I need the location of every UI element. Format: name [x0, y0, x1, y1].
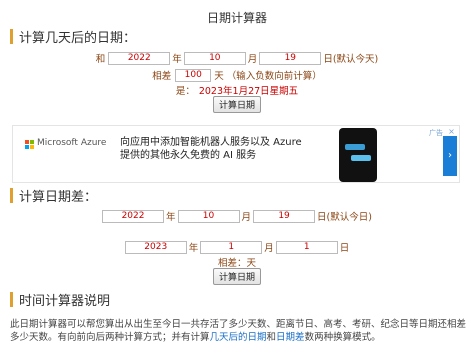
diff-row: 相差 天 （输入负数向前计算）: [0, 68, 474, 82]
phone-image: [339, 128, 377, 182]
result-label: 是：: [175, 86, 195, 97]
description-part-2: 和: [266, 332, 277, 343]
calculate-date-button[interactable]: 计算日期: [212, 96, 261, 113]
diff-days-input[interactable]: [175, 68, 212, 82]
start-month-input[interactable]: [177, 209, 240, 223]
year-input[interactable]: [108, 51, 171, 65]
section-heading-add-days: 计算几天后的日期：: [10, 27, 136, 46]
ad-text: 向应用中添加智能机器人服务以及 Azure 提供的其他永久免费的 AI 服务: [120, 136, 330, 162]
ad-line-2: 提供的其他永久免费的 AI 服务: [120, 150, 257, 161]
end-day-input[interactable]: [275, 240, 338, 254]
accent-bar: [10, 188, 13, 203]
end-month-input[interactable]: [200, 240, 263, 254]
section-heading-text: 时间计算器说明: [19, 294, 111, 309]
year-unit-label: 年: [166, 212, 176, 223]
date1-row: 年 月 日(默认今日): [0, 209, 474, 223]
add-days-link[interactable]: 几天后的日期: [210, 332, 267, 343]
month-unit-label: 月: [247, 54, 258, 65]
diff-result-label: 相差：天: [217, 258, 256, 269]
date-input-row: 和 年 月 日(默认今天): [0, 51, 474, 65]
section-heading-description: 时间计算器说明: [10, 290, 110, 309]
month-unit-label: 月: [264, 243, 274, 254]
description-text: 此日期计算器可以帮您算出从出生至今日一共存活了多少天数、距离节日、高考、考研、纪…: [10, 318, 466, 344]
diff-label: 相差: [152, 71, 172, 82]
diff-result-row: 相差：天: [0, 255, 474, 269]
close-icon[interactable]: ×: [447, 127, 456, 136]
button-row-2: 计算日期: [0, 268, 474, 285]
accent-bar: [10, 292, 13, 307]
chat-bubble-icon: [345, 144, 365, 150]
page-title: 日期计算器: [206, 11, 267, 25]
microsoft-logo-icon: [25, 140, 34, 149]
month-input[interactable]: [183, 51, 246, 65]
button-row-1: 计算日期: [0, 96, 474, 113]
month-unit-label: 月: [241, 212, 252, 223]
year-unit-label: 年: [172, 54, 182, 65]
year-unit-label: 年: [188, 243, 199, 254]
start-day-input[interactable]: [253, 209, 316, 223]
description-part-3: 数两种换算模式。: [304, 332, 381, 343]
diff-unit-label: 天 （输入负数向前计算）: [214, 71, 322, 82]
day-unit-label: 日: [339, 243, 350, 254]
day-input[interactable]: [259, 51, 322, 65]
ad-banner[interactable]: Microsoft Azure 向应用中添加智能机器人服务以及 Azure 提供…: [12, 125, 460, 183]
chat-bubble-icon: [351, 155, 371, 161]
date2-row: 年 月 日: [0, 240, 474, 254]
ad-brand: Microsoft Azure: [37, 138, 107, 148]
end-year-input[interactable]: [124, 240, 187, 254]
section-heading-date-diff: 计算日期差：: [10, 186, 97, 205]
prefix-label: 和: [95, 54, 106, 65]
section-heading-text: 计算日期差：: [19, 190, 98, 205]
ad-line-1: 向应用中添加智能机器人服务以及 Azure: [120, 137, 302, 148]
date-diff-link[interactable]: 日期差: [276, 332, 305, 343]
accent-bar: [10, 29, 13, 44]
day-unit-label: 日(默认今日): [317, 212, 372, 223]
calculate-diff-button[interactable]: 计算日期: [212, 268, 261, 285]
result-value: 2023年1月27日星期五: [198, 86, 299, 97]
ad-badge: 广告: [429, 129, 443, 137]
chevron-right-icon[interactable]: ›: [443, 136, 457, 176]
result-row: 是： 2023年1月27日星期五: [0, 83, 474, 97]
start-year-input[interactable]: [102, 209, 165, 223]
day-unit-label: 日(默认今天): [323, 54, 379, 65]
section-heading-text: 计算几天后的日期：: [19, 31, 137, 46]
